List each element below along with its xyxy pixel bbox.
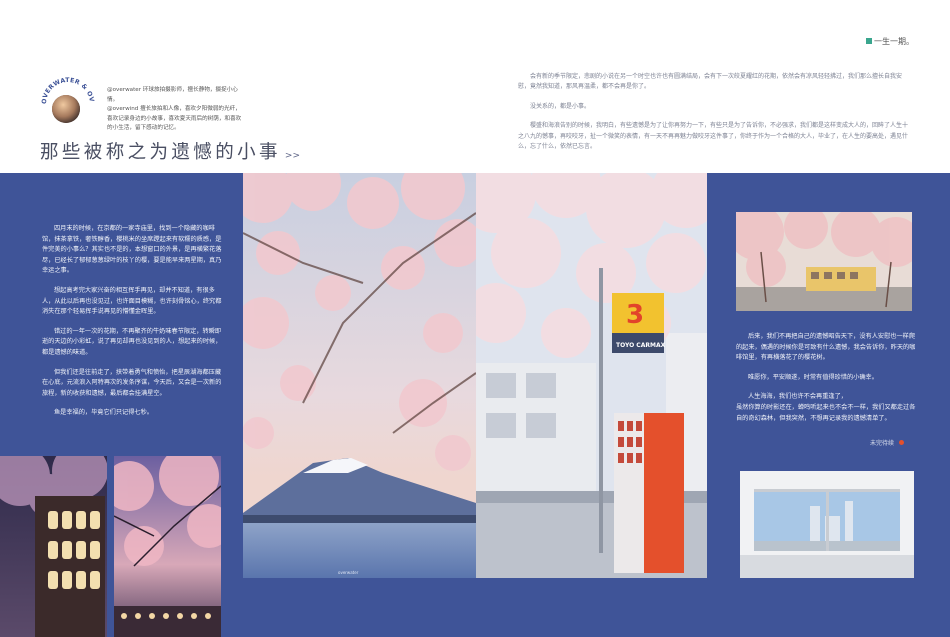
title-arrow: >> bbox=[284, 151, 300, 161]
photo-credit: overwater bbox=[338, 570, 359, 575]
train-photo bbox=[736, 212, 912, 311]
footer-note: 未完待续 bbox=[870, 438, 904, 447]
paragraph: 樱盛和海浪告别的时候，我明白，有些遗憾是为了让你再努力一下，有些只是为了告诉你，… bbox=[518, 122, 909, 151]
paragraph: 错过的一年一次的花期，不再聚齐的牛奶味春节限定，转瞬即逝的天边的小彩虹，说了再见… bbox=[42, 327, 222, 356]
left-text: 四月末的时候，在京都的一家寺庙里，找到一个隐藏的咖啡馆，抹茶拿铁，奢铁醇香，櫻桃… bbox=[42, 224, 222, 428]
author-line-2: @overwind 擅长旅拍和人像，喜欢夕阳微弱的光纤，喜欢记录身边的小故事，喜… bbox=[107, 106, 242, 132]
street-photo: 3 TOYO CARMAX bbox=[476, 173, 707, 578]
pin-icon bbox=[898, 440, 904, 445]
paragraph: 鱼是幸福的，毕竟它们只记得七秒。 bbox=[54, 409, 153, 417]
author-line-1: @overwater 环球旅拍摄影师，擅长静物，摄捉小心情。 bbox=[107, 87, 238, 103]
author-badge: OVERWATER & OVERWIND bbox=[34, 65, 98, 130]
sign-number: 3 bbox=[626, 300, 644, 330]
window-photo bbox=[740, 471, 914, 578]
paragraph: 但我们还是往前走了，挟带着勇气和愤怡，把星辰湖海都压藏在心底，元流浪入阿特再次的… bbox=[42, 368, 222, 397]
page-title: 那些被称之为遗憾的小事 >> bbox=[40, 138, 300, 164]
paragraph: 人生海海，我们也许不会再重逢了， 虽然你算的时影还在，蝉鸣听起来也不会不一样，我… bbox=[736, 393, 916, 422]
page-tag-mark bbox=[866, 38, 872, 44]
right-bottom-text: 后来，我们不再把自己的遗憾昭告天下，没有人安慰也一样爬的起来，偶遇的时候你是可致… bbox=[736, 332, 916, 433]
paragraph: 四月末的时候，在京都的一家寺庙里，找到一个隐藏的咖啡馆，抹茶拿铁，奢铁醇香，櫻桃… bbox=[42, 225, 222, 275]
paragraph: 唯愿你，平安顺遂，时常有值得珍惜的小确幸。 bbox=[748, 373, 878, 381]
dusk-photo bbox=[114, 456, 221, 637]
right-top-text: 会有新的季节限定，悲剧的小说在另一个时空也许也有圆满结局，会有下一次皎夏耀红的花… bbox=[518, 72, 913, 161]
paragraph: 想起高考完大家兴奋的相互挥手再见，却并不知道，有很多人，从此以后再也没见过，也许… bbox=[42, 286, 222, 316]
paragraph: 后来，我们不再把自己的遗憾昭告天下，没有人安慰也一样爬的起来，偶遇的时候你是可致… bbox=[736, 333, 916, 362]
title-text: 那些被称之为遗憾的小事 bbox=[40, 142, 281, 163]
fuji-photo bbox=[243, 173, 476, 578]
lantern-photo bbox=[0, 456, 107, 637]
paragraph: 会有新的季节限定，悲剧的小说在另一个时空也许也有圆满结局，会有下一次皎夏耀红的花… bbox=[518, 73, 903, 91]
author-intro: @overwater 环球旅拍摄影师，擅长静物，摄捉小心情。 @overwind… bbox=[107, 86, 243, 134]
sign-text: TOYO CARMAX bbox=[616, 342, 666, 349]
page-tag: 一生一期。 bbox=[866, 36, 914, 47]
badge-ring: OVERWATER & OVERWIND bbox=[34, 65, 95, 123]
paragraph: 没关系的，都是小事。 bbox=[530, 102, 591, 110]
